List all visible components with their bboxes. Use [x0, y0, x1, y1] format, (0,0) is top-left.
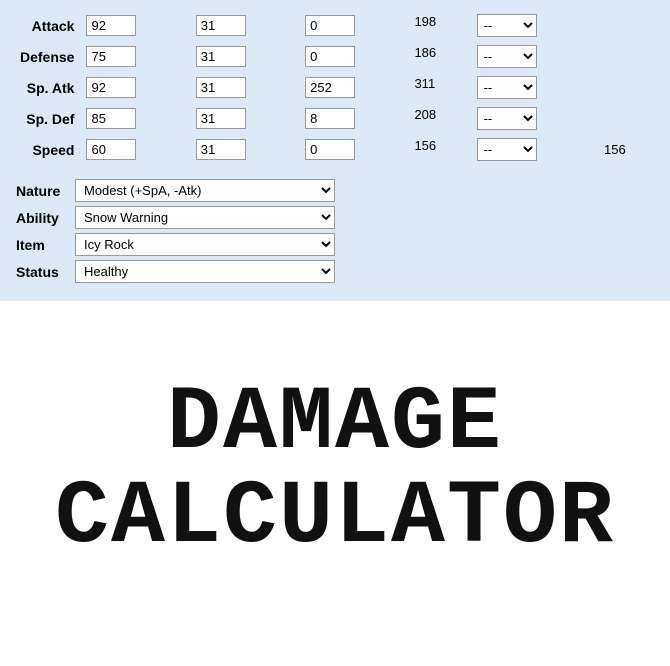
prop-label-ability: Ability — [16, 206, 71, 229]
top-panel: Attack 198 -- Defense 186 -- Sp. Atk 311 -- Sp. D… — [0, 0, 670, 301]
props-table: NatureModest (+SpA, -Atk)AbilitySnow War… — [12, 175, 339, 287]
prop-label-nature: Nature — [16, 179, 71, 202]
stat-base-sp.atk[interactable] — [86, 77, 136, 98]
stat-label-attack: Attack — [16, 12, 78, 39]
stat-total-sp.def: 208 — [410, 105, 442, 124]
stat-iv-speed[interactable] — [196, 139, 246, 160]
stat-total-sp.atk: 311 — [410, 74, 442, 93]
stat-iv-attack[interactable] — [196, 15, 246, 36]
title-line1: DAMAGE — [55, 377, 615, 472]
title-line2: CALCULATOR — [55, 471, 615, 566]
stat-select-speed[interactable]: -- — [477, 138, 537, 161]
prop-label-status: Status — [16, 260, 71, 283]
prop-select-ability[interactable]: Snow Warning — [75, 206, 335, 229]
stat-base-sp.def[interactable] — [86, 108, 136, 129]
stat-ev-speed[interactable] — [305, 139, 355, 160]
stats-table: Attack 198 -- Defense 186 -- Sp. Atk 311 -- Sp. D… — [12, 8, 658, 167]
stat-label-sp.def: Sp. Def — [16, 105, 78, 132]
stat-label-defense: Defense — [16, 43, 78, 70]
stat-iv-sp.atk[interactable] — [196, 77, 246, 98]
bottom-section: DAMAGE CALCULATOR — [0, 301, 670, 641]
stat-ev-defense[interactable] — [305, 46, 355, 67]
stat-select-defense[interactable]: -- — [477, 45, 537, 68]
prop-select-item[interactable]: Icy Rock — [75, 233, 335, 256]
prop-label-item: Item — [16, 233, 71, 256]
stat-ev-sp.atk[interactable] — [305, 77, 355, 98]
props-section: NatureModest (+SpA, -Atk)AbilitySnow War… — [12, 175, 658, 287]
stat-iv-defense[interactable] — [196, 46, 246, 67]
stat-ev-sp.def[interactable] — [305, 108, 355, 129]
stat-base-defense[interactable] — [86, 46, 136, 67]
stat-select-attack[interactable]: -- — [477, 14, 537, 37]
stat-total-speed: 156 — [410, 136, 442, 155]
stat-select-sp.def[interactable]: -- — [477, 107, 537, 130]
stat-extra-total-speed: 156 — [600, 136, 654, 163]
stat-base-attack[interactable] — [86, 15, 136, 36]
stat-total-defense: 186 — [410, 43, 442, 62]
stat-base-speed[interactable] — [86, 139, 136, 160]
damage-calculator-title: DAMAGE CALCULATOR — [55, 377, 615, 566]
stat-select-sp.atk[interactable]: -- — [477, 76, 537, 99]
stat-iv-sp.def[interactable] — [196, 108, 246, 129]
stat-label-sp.atk: Sp. Atk — [16, 74, 78, 101]
stat-ev-attack[interactable] — [305, 15, 355, 36]
stat-total-attack: 198 — [410, 12, 442, 31]
prop-select-status[interactable]: Healthy — [75, 260, 335, 283]
prop-select-nature[interactable]: Modest (+SpA, -Atk) — [75, 179, 335, 202]
stat-label-speed: Speed — [16, 136, 78, 163]
